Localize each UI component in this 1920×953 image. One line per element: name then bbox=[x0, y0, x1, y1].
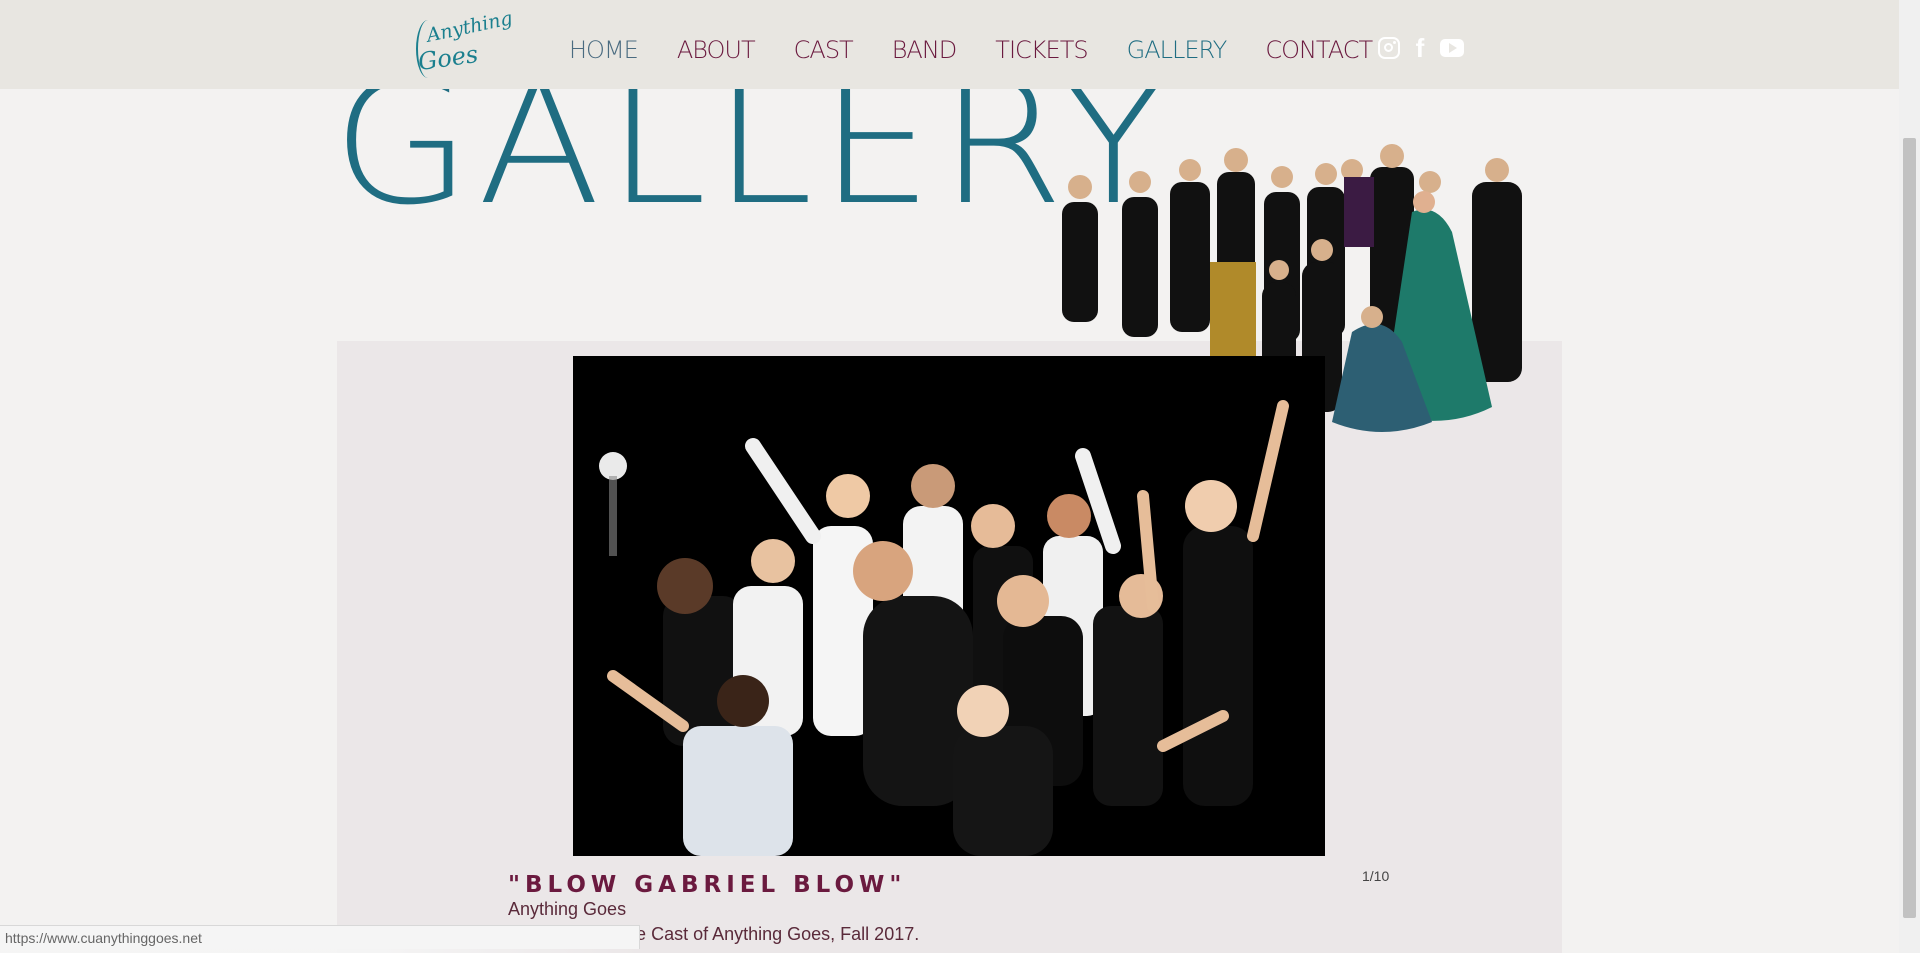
site-header: Anything Goes HOME ABOUT CAST BAND TICKE… bbox=[0, 0, 1920, 89]
status-url-text: https://www.cuanythinggoes.net bbox=[5, 930, 202, 946]
slide-counter: 1/10 bbox=[1362, 868, 1390, 884]
status-bar-url: https://www.cuanythinggoes.net bbox=[0, 925, 640, 949]
youtube-icon[interactable] bbox=[1440, 39, 1464, 57]
scrollbar-thumb[interactable] bbox=[1903, 138, 1916, 918]
nav-cast[interactable]: CAST bbox=[794, 36, 854, 68]
nav-band[interactable]: BAND bbox=[892, 36, 958, 68]
slide-subtitle: Anything Goes bbox=[508, 899, 627, 919]
nav-contact[interactable]: CONTACT bbox=[1265, 36, 1373, 68]
slide-title: "BLOW GABRIEL BLOW" bbox=[508, 872, 907, 898]
facebook-icon[interactable]: f bbox=[1412, 35, 1428, 61]
nav-about[interactable]: ABOUT bbox=[677, 36, 756, 68]
vertical-scrollbar[interactable] bbox=[1899, 0, 1920, 953]
site-logo[interactable]: Anything Goes bbox=[414, 6, 514, 86]
nav-tickets[interactable]: TICKETS bbox=[995, 36, 1088, 68]
main-nav: HOME ABOUT CAST BAND TICKETS GALLERY CON… bbox=[569, 36, 1411, 68]
gallery-slide-image[interactable] bbox=[573, 356, 1325, 856]
instagram-icon[interactable] bbox=[1378, 37, 1400, 59]
social-links: f bbox=[1378, 35, 1464, 61]
nav-gallery[interactable]: GALLERY bbox=[1127, 36, 1228, 68]
nav-home[interactable]: HOME bbox=[569, 36, 639, 68]
